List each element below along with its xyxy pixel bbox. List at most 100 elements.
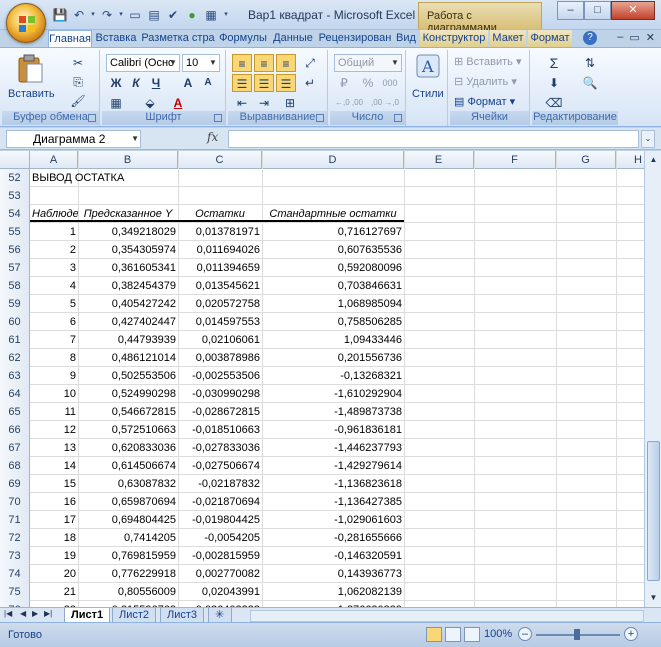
sheet-tab-3[interactable]: Лист3 <box>160 608 205 623</box>
cell[interactable]: Предсказанное Y <box>78 205 178 222</box>
cell[interactable]: 0,607635536 <box>262 241 404 259</box>
cell[interactable]: 0,572510663 <box>78 421 178 439</box>
number-launcher-icon[interactable] <box>394 114 402 122</box>
row-header[interactable]: 54 <box>0 205 30 223</box>
spell-icon[interactable]: ✔ <box>165 7 181 23</box>
cell[interactable]: Остатки <box>178 205 262 222</box>
paste-button[interactable]: Вставить <box>8 54 55 106</box>
cell[interactable]: -1,489873738 <box>262 403 404 421</box>
row-header[interactable]: 61 <box>0 331 30 349</box>
cell[interactable]: 0,011394659 <box>178 259 262 277</box>
align-right-icon[interactable]: ☰ <box>276 74 296 92</box>
cell[interactable]: 0,694804425 <box>78 511 178 529</box>
cell[interactable]: 13 <box>30 439 78 457</box>
styles-button[interactable]: A Стили <box>411 54 445 112</box>
cell[interactable]: -1,446237793 <box>262 439 404 457</box>
format-painter-icon[interactable]: 🖌 <box>68 92 88 110</box>
cell[interactable]: 10 <box>30 385 78 403</box>
row-header[interactable]: 65 <box>0 403 30 421</box>
cell[interactable]: 19 <box>30 547 78 565</box>
row-header[interactable]: 66 <box>0 421 30 439</box>
row-header[interactable]: 63 <box>0 367 30 385</box>
cell[interactable]: 0,486121014 <box>78 349 178 367</box>
wrap-text-icon[interactable]: ↵ <box>300 74 320 92</box>
font-name-select[interactable]: Calibri (Осно ▼ <box>106 54 180 72</box>
cell[interactable]: -0,961836181 <box>262 421 404 439</box>
cell[interactable]: 0,502553506 <box>78 367 178 385</box>
tab-insert[interactable]: Вставка <box>94 30 138 47</box>
tab-formulas[interactable]: Формулы <box>218 30 268 47</box>
column-header-f[interactable]: F <box>474 151 556 169</box>
cell[interactable]: 0,659870694 <box>78 493 178 511</box>
cell[interactable]: 0,546672815 <box>78 403 178 421</box>
align-center-icon[interactable]: ☰ <box>254 74 274 92</box>
column-header-g[interactable]: G <box>556 151 616 169</box>
cell[interactable]: 0,7414205 <box>78 529 178 547</box>
new-document-icon[interactable]: ▭ <box>127 7 143 23</box>
page-break-view-icon[interactable] <box>464 627 480 642</box>
zoom-out-icon[interactable]: – <box>518 627 532 641</box>
office-button[interactable] <box>6 3 46 43</box>
cell[interactable]: -1,029061603 <box>262 511 404 529</box>
insert-sheet-icon[interactable]: ✳ <box>208 608 232 623</box>
redo-dropdown-icon[interactable]: ▾ <box>118 7 124 23</box>
horizontal-scrollbar[interactable] <box>250 610 644 622</box>
cell[interactable]: -0,030990298 <box>178 385 262 403</box>
row-header[interactable]: 55 <box>0 223 30 241</box>
cell[interactable]: Наблюдение <box>30 205 78 222</box>
cell[interactable]: 0,02043991 <box>178 583 262 601</box>
tab-page-layout[interactable]: Разметка стра <box>140 30 216 47</box>
cell[interactable]: 0,011694026 <box>178 241 262 259</box>
sort-filter-icon[interactable]: ⇅ <box>580 54 600 72</box>
tab-format[interactable]: Формат <box>528 30 572 47</box>
vertical-scrollbar[interactable]: ▲ ▼ <box>644 151 661 607</box>
cell[interactable]: 1,09433446 <box>262 331 404 349</box>
cell[interactable]: 0,02106061 <box>178 331 262 349</box>
cell[interactable]: 5 <box>30 295 78 313</box>
cell[interactable]: -0,028672815 <box>178 403 262 421</box>
cell[interactable]: 0,013545621 <box>178 277 262 295</box>
name-box[interactable]: Диаграмма 2 ▼ <box>6 130 141 148</box>
tab-view[interactable]: Вид <box>394 30 418 47</box>
minimize-button[interactable]: – <box>557 1 584 20</box>
last-sheet-icon[interactable]: ▶| <box>44 609 52 618</box>
row-header[interactable]: 67 <box>0 439 30 457</box>
cell[interactable]: 15 <box>30 475 78 493</box>
currency-icon[interactable]: ₽ <box>334 74 354 92</box>
cell[interactable] <box>78 187 178 205</box>
row-header[interactable]: 70 <box>0 493 30 511</box>
zoom-level[interactable]: 100% <box>484 628 512 640</box>
zoom-slider-thumb[interactable] <box>574 629 580 640</box>
cell[interactable]: 0,703846631 <box>262 277 404 295</box>
cell[interactable]: -1,136427385 <box>262 493 404 511</box>
cell[interactable]: -0,02187832 <box>178 475 262 493</box>
clear-icon[interactable]: ⌫ <box>544 94 564 112</box>
tab-home[interactable]: Главная <box>48 30 92 48</box>
row-header[interactable]: 64 <box>0 385 30 403</box>
row-header[interactable]: 59 <box>0 295 30 313</box>
cell[interactable]: 2 <box>30 241 78 259</box>
cell[interactable]: -0,027833036 <box>178 439 262 457</box>
percent-button[interactable]: % <box>358 74 378 92</box>
delete-cells-button[interactable]: ⊟ Удалить ▾ <box>454 75 517 88</box>
align-left-icon[interactable]: ☰ <box>232 74 252 92</box>
align-top-icon[interactable]: ≡ <box>232 54 252 72</box>
insert-function-icon[interactable]: fx <box>207 130 218 144</box>
next-sheet-icon[interactable]: ▶ <box>32 609 38 618</box>
cell[interactable]: 7 <box>30 331 78 349</box>
alignment-launcher-icon[interactable] <box>316 114 324 122</box>
copy-icon[interactable]: ⎘ <box>68 73 88 91</box>
cell[interactable] <box>262 187 404 205</box>
maximize-button[interactable]: □ <box>584 1 611 20</box>
cell[interactable]: -0,146320591 <box>262 547 404 565</box>
cell[interactable]: 6 <box>30 313 78 331</box>
row-header[interactable]: 72 <box>0 529 30 547</box>
find-icon[interactable]: 🔍 <box>580 74 600 92</box>
help-icon[interactable]: ? <box>583 31 597 45</box>
increase-indent-icon[interactable]: ⇥ <box>254 94 274 112</box>
increase-decimal-button[interactable]: ←,0 ,00 <box>332 94 366 112</box>
scroll-down-icon[interactable]: ▼ <box>646 590 661 606</box>
cell[interactable]: 0,524990298 <box>78 385 178 403</box>
clipboard-launcher-icon[interactable] <box>88 114 96 122</box>
cell[interactable]: 0,382454379 <box>78 277 178 295</box>
